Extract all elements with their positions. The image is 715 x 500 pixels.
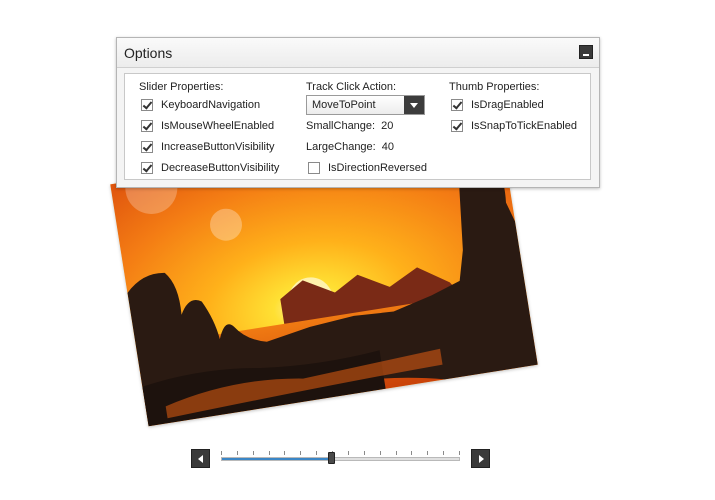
keyboard-navigation-checkbox[interactable]: KeyboardNavigation bbox=[139, 94, 279, 115]
options-header: Options bbox=[117, 38, 599, 68]
large-change-value: 40 bbox=[381, 140, 394, 153]
is-drag-enabled-checkbox[interactable]: IsDragEnabled bbox=[449, 94, 577, 115]
decrease-button-visibility-checkbox[interactable]: DecreaseButtonVisibility bbox=[139, 157, 279, 178]
checkbox-label: DecreaseButtonVisibility bbox=[161, 161, 280, 174]
checkbox-label: IsDragEnabled bbox=[471, 98, 544, 111]
options-body: Slider Properties: KeyboardNavigation Is… bbox=[124, 73, 591, 180]
slider-tick bbox=[284, 451, 285, 455]
checkbox-check-icon[interactable] bbox=[451, 98, 463, 111]
track-click-action-dropdown[interactable]: MoveToPoint bbox=[306, 95, 425, 115]
slider-tick bbox=[364, 451, 365, 455]
checkbox-label: IncreaseButtonVisibility bbox=[161, 140, 275, 153]
is-direction-reversed-checkbox[interactable]: IsDirectionReversed bbox=[306, 157, 427, 178]
track-click-action-label: Track Click Action: bbox=[306, 81, 397, 93]
checkbox-check-icon[interactable] bbox=[141, 161, 153, 174]
collapse-button[interactable] bbox=[579, 45, 593, 59]
chevron-right-icon bbox=[479, 455, 484, 463]
dropdown-selected-value: MoveToPoint bbox=[312, 99, 376, 111]
increase-button-visibility-checkbox[interactable]: IncreaseButtonVisibility bbox=[139, 136, 279, 157]
decrease-button[interactable] bbox=[191, 449, 210, 468]
options-title: Options bbox=[124, 45, 173, 61]
slider-properties-group: Slider Properties: KeyboardNavigation Is… bbox=[139, 80, 279, 178]
checkbox-label: KeyboardNavigation bbox=[161, 98, 261, 111]
slider-tick bbox=[380, 451, 381, 455]
slider-tick bbox=[221, 451, 222, 455]
large-change-row: LargeChange: 40 bbox=[306, 136, 427, 157]
checkbox-box-icon[interactable] bbox=[308, 161, 320, 174]
checkbox-check-icon[interactable] bbox=[141, 119, 153, 132]
checkbox-check-icon[interactable] bbox=[451, 119, 463, 132]
track-click-action-group: Track Click Action: MoveToPoint SmallCha… bbox=[306, 80, 427, 178]
options-panel: Options Slider Properties: KeyboardNavig… bbox=[116, 37, 600, 188]
slider-properties-label: Slider Properties: bbox=[139, 81, 224, 93]
slider-track[interactable] bbox=[221, 457, 460, 461]
slider-tick bbox=[316, 451, 317, 455]
chevron-down-icon[interactable] bbox=[404, 96, 424, 114]
checkbox-label: IsSnapToTickEnabled bbox=[471, 119, 577, 132]
slider-tick bbox=[427, 451, 428, 455]
is-snap-to-tick-enabled-checkbox[interactable]: IsSnapToTickEnabled bbox=[449, 115, 577, 136]
checkbox-check-icon[interactable] bbox=[141, 140, 153, 153]
slider-tick bbox=[253, 451, 254, 455]
slider-tick bbox=[443, 451, 444, 455]
small-change-row: SmallChange: 20 bbox=[306, 115, 427, 136]
slider-tick bbox=[411, 451, 412, 455]
slider-tick bbox=[300, 451, 301, 455]
thumb-properties-label: Thumb Properties: bbox=[449, 81, 540, 93]
large-change-label: LargeChange: bbox=[306, 140, 376, 153]
checkbox-check-icon[interactable] bbox=[141, 98, 153, 111]
is-mouse-wheel-enabled-checkbox[interactable]: IsMouseWheelEnabled bbox=[139, 115, 279, 136]
increase-button[interactable] bbox=[471, 449, 490, 468]
slider-tick bbox=[237, 451, 238, 455]
slider-ticks bbox=[221, 451, 460, 456]
slider-tick bbox=[459, 451, 460, 455]
checkbox-label: IsDirectionReversed bbox=[328, 161, 428, 174]
chevron-left-icon bbox=[198, 455, 203, 463]
small-change-label: SmallChange: bbox=[306, 119, 376, 132]
slider-track-fill bbox=[222, 458, 332, 460]
slider-tick bbox=[396, 451, 397, 455]
checkbox-label: IsMouseWheelEnabled bbox=[161, 119, 275, 132]
slider-tick bbox=[269, 451, 270, 455]
small-change-value: 20 bbox=[381, 119, 394, 132]
slider-thumb[interactable] bbox=[328, 452, 335, 464]
slider-tick bbox=[348, 451, 349, 455]
thumb-properties-group: Thumb Properties: IsDragEnabled IsSnapTo… bbox=[449, 80, 577, 136]
